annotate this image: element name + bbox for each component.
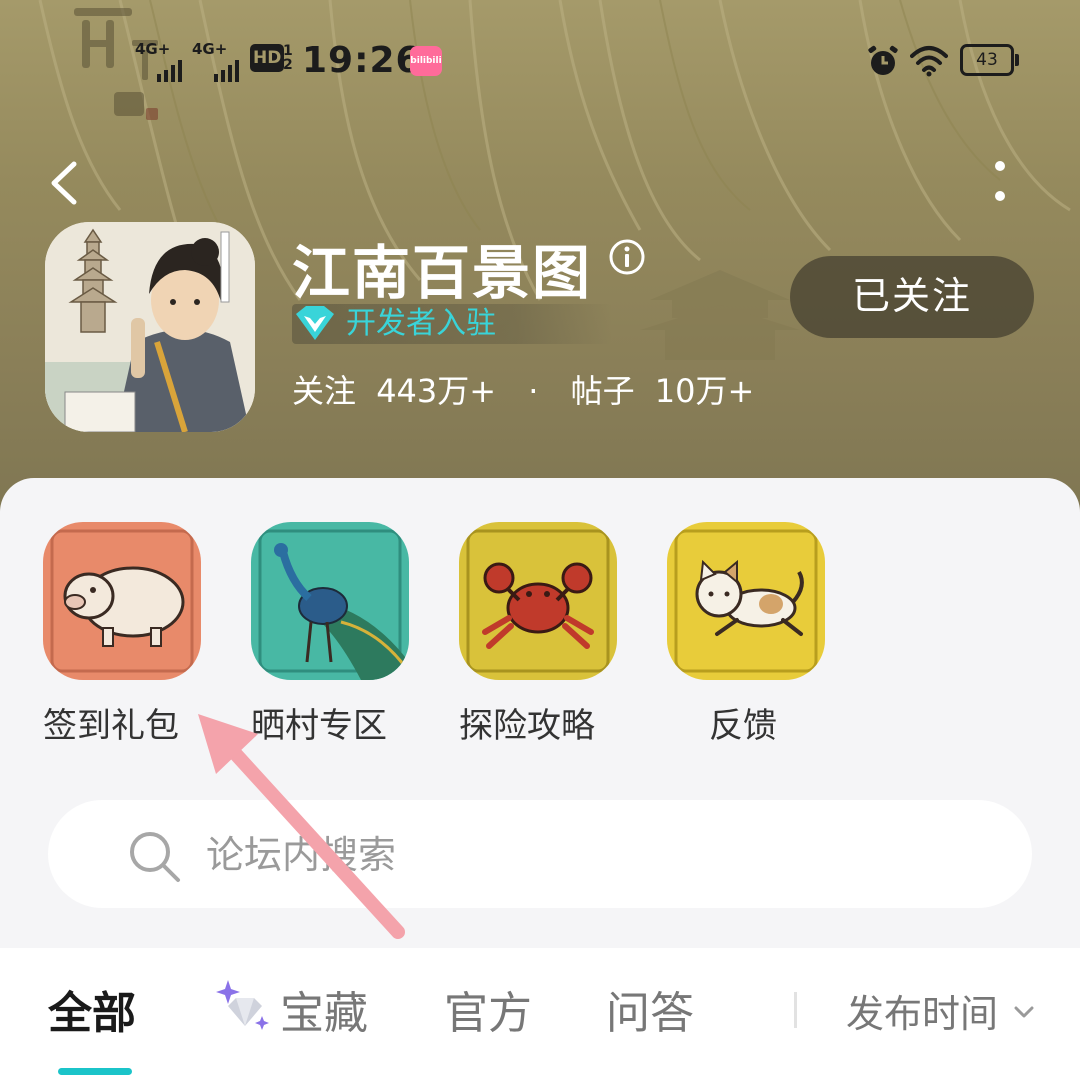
sort-dropdown[interactable]: 发布时间 (846, 988, 998, 1040)
forum-search-input[interactable]: 论坛内搜索 (48, 800, 1032, 908)
calligraphy-watermark (74, 8, 158, 120)
tab-divider (794, 992, 797, 1028)
sparkle-diamond-icon (216, 980, 269, 1030)
diamond-icon (296, 306, 334, 340)
game-title: 江南百景图 (292, 239, 593, 307)
shortcut-label: 签到礼包 (43, 706, 179, 746)
stats-separator: · (528, 372, 539, 410)
battery-percent: 43 (976, 50, 998, 70)
tab-official[interactable]: 官方 (444, 984, 532, 1044)
info-icon[interactable] (608, 238, 646, 276)
signal-indicator-2: 4G+ (192, 40, 239, 82)
hd-voice-indicator: HD (250, 44, 285, 72)
signal-bars-icon (214, 60, 239, 82)
cat-icon (667, 522, 825, 680)
shortcut-label: 晒村专区 (251, 706, 387, 746)
developer-badge[interactable]: 开发者入驻 (292, 304, 612, 344)
posts-label: 帖子 (570, 372, 635, 410)
hd-voice-subscript: 1 2 (283, 43, 293, 73)
followers-count: 443万+ (376, 372, 497, 410)
scholar-portrait-illustration (45, 222, 255, 432)
more-vertical-icon[interactable] (980, 158, 1020, 208)
tab-all[interactable]: 全部 (48, 984, 136, 1044)
alarm-clock-icon (868, 45, 898, 75)
tab-treasure[interactable]: 宝藏 (280, 984, 368, 1044)
peacock-icon (251, 522, 409, 680)
status-bar: 4G+ 4G+ HD 1 2 19:26 bilibili 43 (0, 8, 1080, 120)
status-time: 19:26 (302, 40, 422, 81)
pig-icon (43, 522, 201, 680)
bilibili-app-icon: bilibili (410, 46, 442, 76)
game-icon[interactable] (45, 222, 255, 432)
shortcut-label: 反馈 (709, 706, 777, 746)
wifi-icon (910, 46, 948, 77)
signal-bars-icon (157, 60, 182, 82)
crab-icon (459, 522, 617, 680)
battery-indicator: 43 (960, 44, 1020, 76)
active-tab-indicator (58, 1068, 132, 1075)
posts-count: 10万+ (654, 372, 755, 410)
chevron-left-icon[interactable] (42, 158, 92, 208)
follow-button[interactable]: 已关注 (790, 256, 1034, 338)
forum-tabs: 全部 宝藏 官方 问答 发布时间 (0, 948, 1080, 1080)
chevron-down-icon[interactable] (1010, 998, 1038, 1026)
tab-qa[interactable]: 问答 (606, 984, 694, 1044)
game-stats: 关注 443万+ · 帖子 10万+ (292, 366, 754, 412)
search-icon (130, 832, 180, 882)
followers-label: 关注 (292, 372, 357, 410)
shortcut-label: 探险攻略 (459, 706, 595, 746)
developer-badge-label: 开发者入驻 (346, 306, 496, 341)
signal-indicator-1: 4G+ (135, 40, 182, 82)
search-placeholder: 论坛内搜索 (206, 833, 397, 877)
